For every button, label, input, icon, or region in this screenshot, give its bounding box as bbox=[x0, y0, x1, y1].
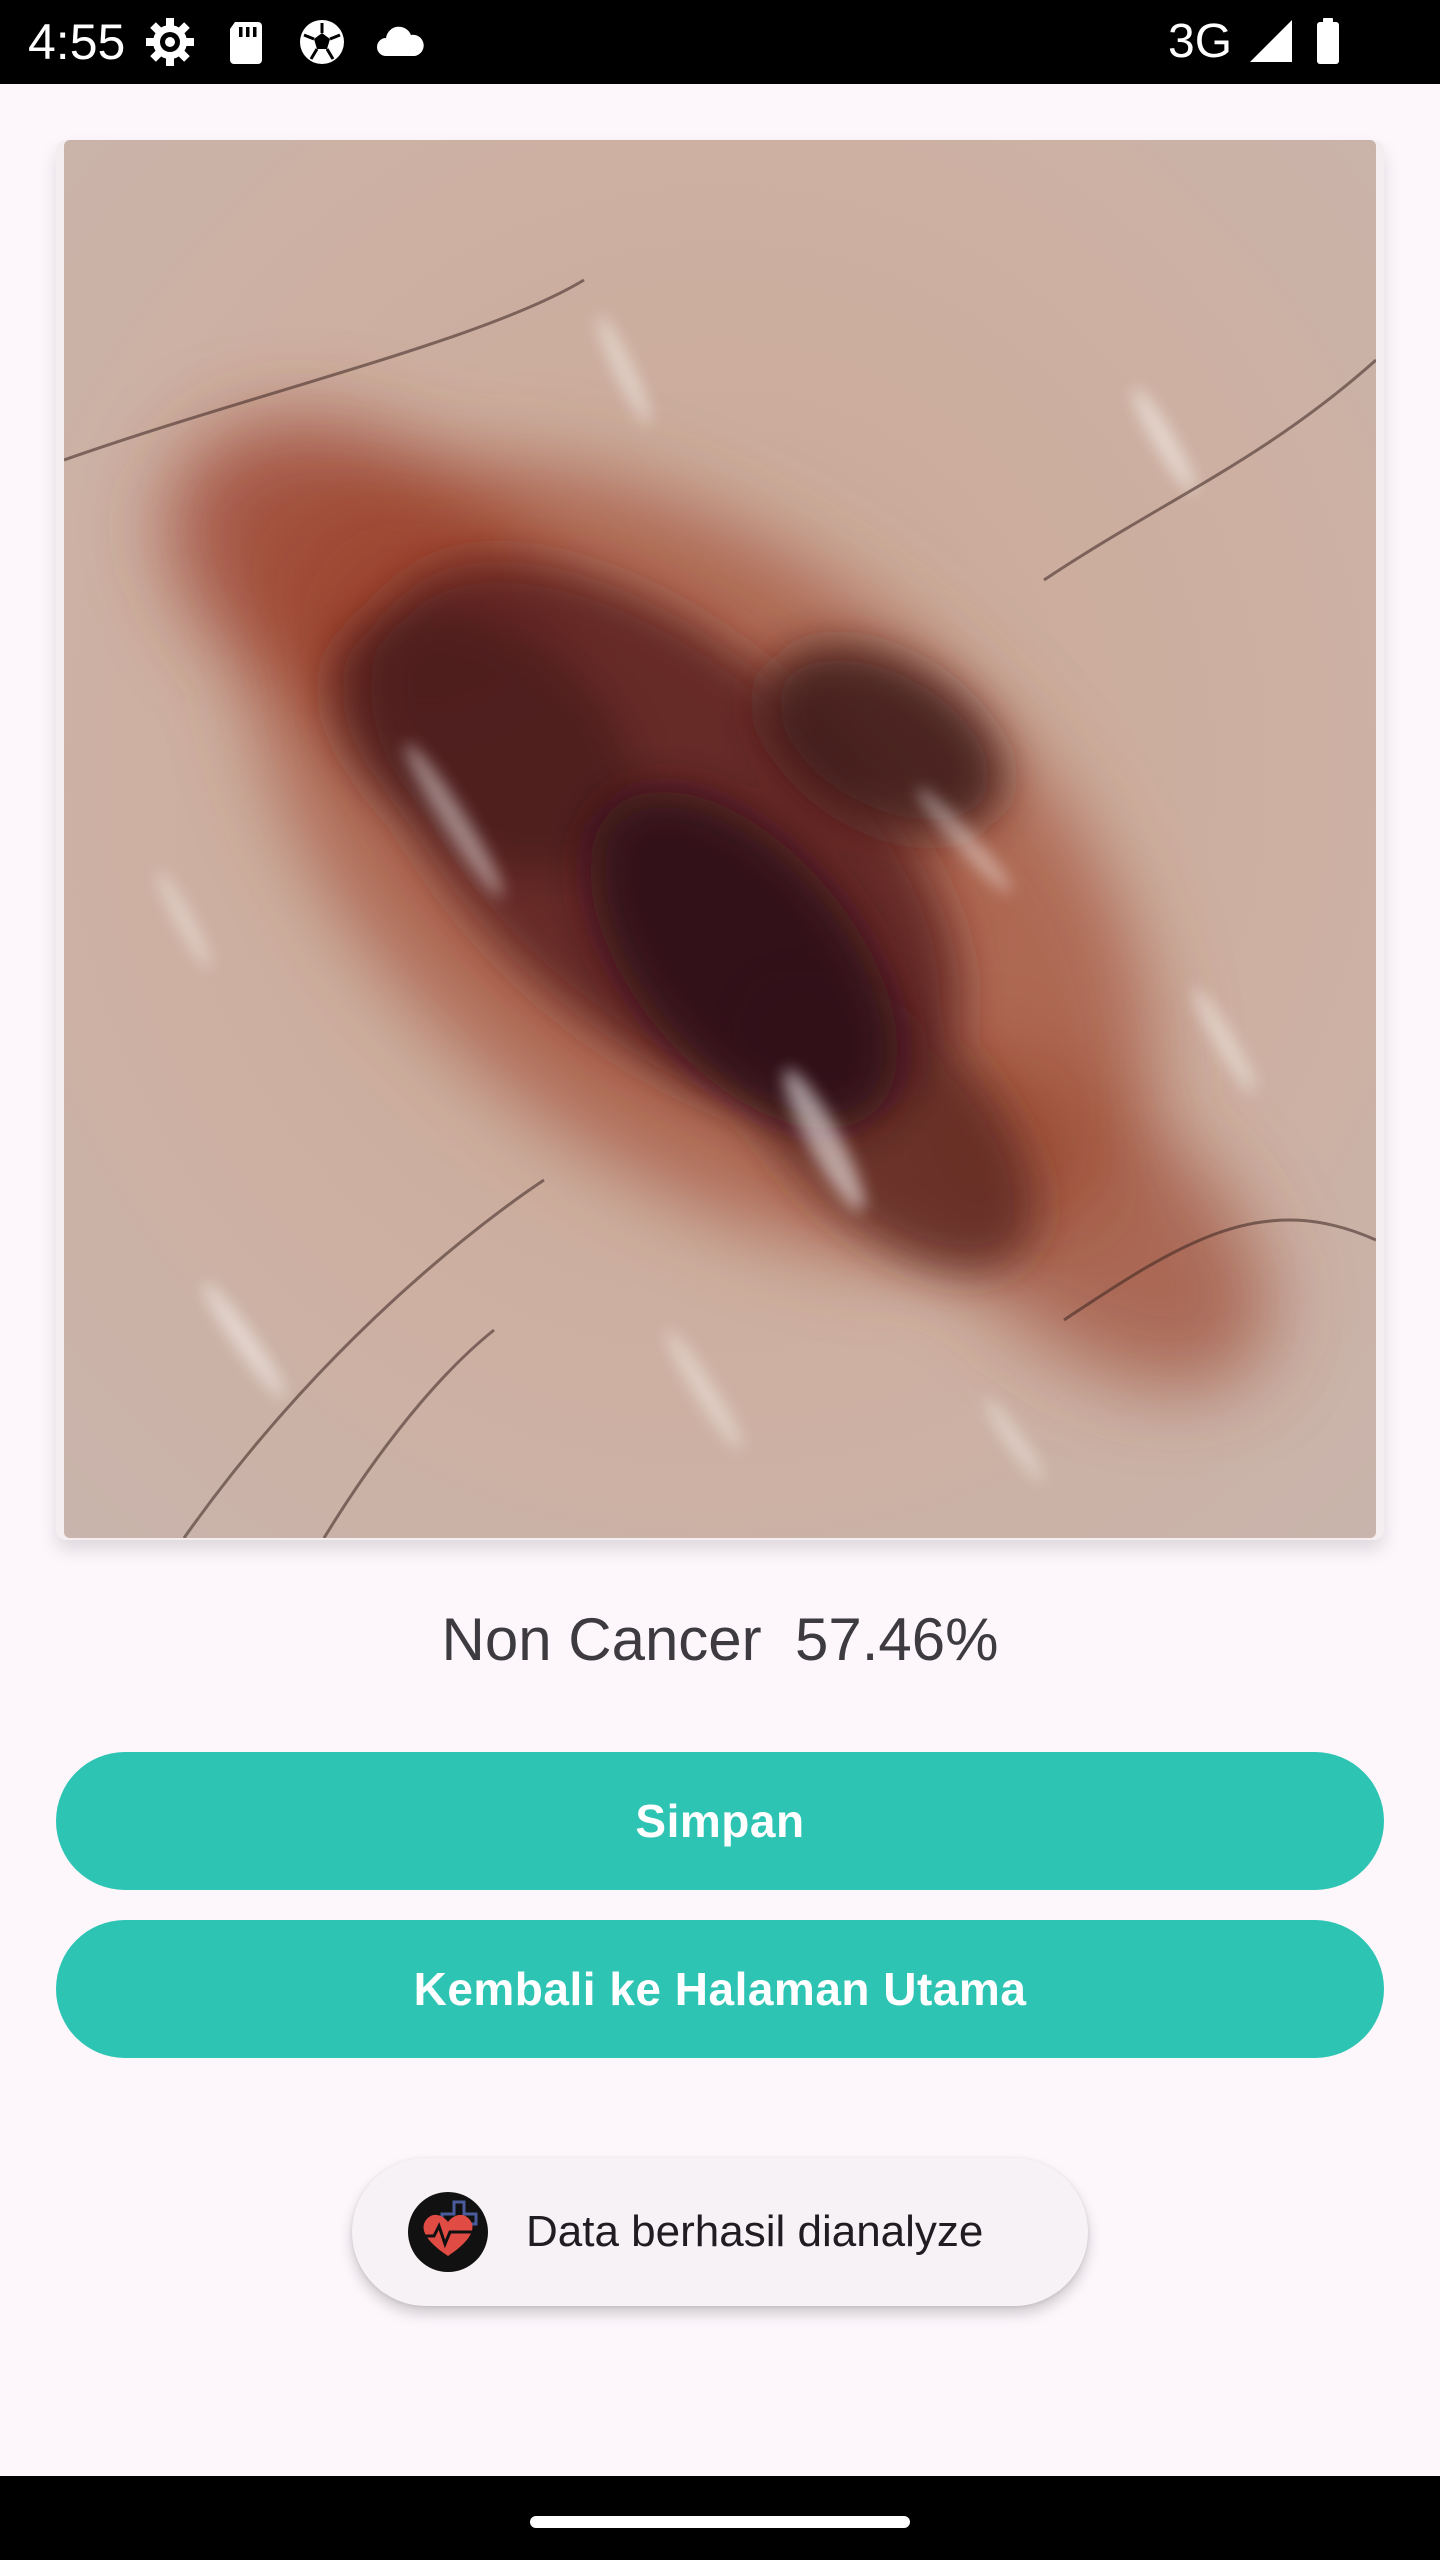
cloud-icon bbox=[377, 26, 424, 56]
result-confidence: 57.46% bbox=[795, 1606, 999, 1673]
navigation-bar bbox=[0, 2476, 1440, 2560]
sd-card-icon bbox=[230, 22, 262, 64]
analysis-result: Non Cancer 57.46% bbox=[0, 1600, 1440, 1680]
status-bar: 4:55 3G bbox=[0, 0, 1440, 84]
result-label: Non Cancer bbox=[441, 1606, 762, 1673]
toast-message: Data berhasil dianalyze bbox=[526, 2207, 984, 2256]
signal-icon bbox=[1250, 20, 1292, 62]
settings-gear-icon bbox=[146, 18, 194, 66]
skin-lesion-photo bbox=[64, 140, 1376, 1538]
soccer-ball-icon bbox=[300, 20, 344, 64]
network-type: 3G bbox=[1168, 15, 1233, 68]
heart-pulse-logo-icon bbox=[408, 2192, 488, 2272]
toast-notification: Data berhasil dianalyze bbox=[352, 2158, 1088, 2306]
back-to-home-button[interactable]: Kembali ke Halaman Utama bbox=[56, 1920, 1384, 2058]
lesion-image-card bbox=[56, 140, 1384, 1540]
battery-icon bbox=[1317, 18, 1339, 64]
save-button[interactable]: Simpan bbox=[56, 1752, 1384, 1890]
home-indicator[interactable] bbox=[530, 2516, 910, 2528]
status-time: 4:55 bbox=[28, 14, 126, 70]
